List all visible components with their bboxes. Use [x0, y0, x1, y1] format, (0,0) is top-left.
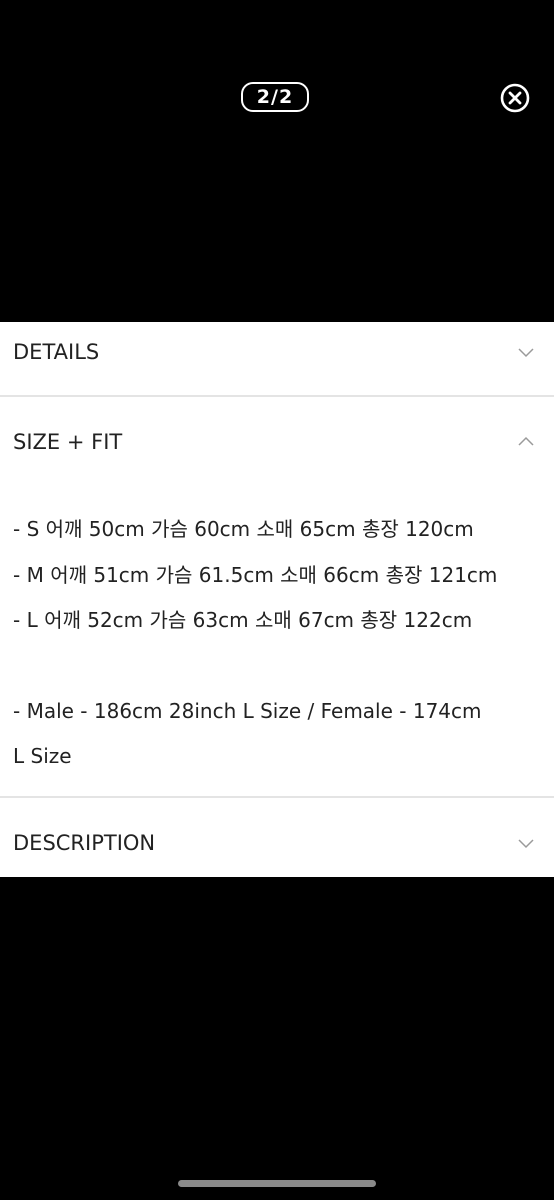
- size-fit-title: SIZE + FIT: [13, 430, 123, 454]
- home-indicator[interactable]: [178, 1180, 376, 1187]
- divider: [0, 395, 554, 397]
- image-counter: 2/2: [241, 82, 309, 112]
- model-info-line: - Male - 186cm 28inch L Size / Female - …: [13, 699, 482, 723]
- details-title: DETAILS: [13, 340, 100, 364]
- divider: [0, 796, 554, 798]
- size-line-s: - S 어깨 50cm 가슴 60cm 소매 65cm 총장 120cm: [13, 517, 474, 541]
- size-fit-header[interactable]: SIZE + FIT: [0, 422, 554, 462]
- description-header[interactable]: DESCRIPTION: [0, 823, 554, 863]
- chevron-down-icon: [516, 344, 536, 360]
- product-info-sheet: DETAILS SIZE + FIT - S 어깨 50cm 가슴 60cm 소…: [0, 322, 554, 877]
- close-circle-icon: [500, 83, 530, 113]
- model-info-line-2: L Size: [13, 744, 72, 768]
- size-line-l: - L 어깨 52cm 가슴 63cm 소매 67cm 총장 122cm: [13, 608, 473, 632]
- details-header[interactable]: DETAILS: [0, 332, 554, 372]
- description-title: DESCRIPTION: [13, 831, 156, 855]
- size-line-m: - M 어깨 51cm 가슴 61.5cm 소매 66cm 총장 121cm: [13, 563, 498, 587]
- chevron-down-icon: [516, 835, 536, 851]
- chevron-up-icon: [516, 434, 536, 450]
- close-button[interactable]: [499, 82, 531, 114]
